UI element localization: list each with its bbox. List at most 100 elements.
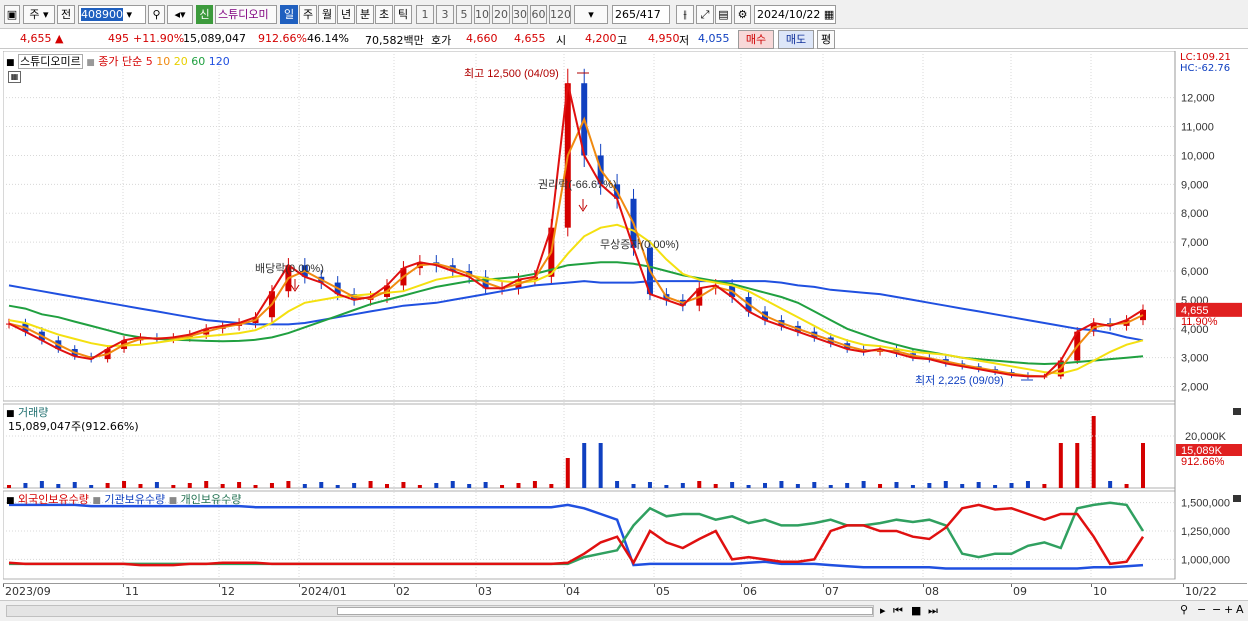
date-value: 2024/10/22 [757, 8, 821, 21]
price-panel-frame [3, 51, 1176, 402]
indiv-marker-icon: ■ [168, 496, 178, 506]
volume-bar [1091, 416, 1096, 488]
table-icon[interactable]: ▦ [8, 71, 21, 83]
volume-close-icon [1233, 408, 1241, 415]
volume-bar [730, 482, 735, 488]
interval-button-1[interactable]: 3 [436, 5, 454, 24]
volume-bar [434, 483, 439, 488]
volume-bar [352, 483, 357, 488]
scroll-track[interactable] [6, 605, 874, 617]
ma-label: 종가 단순 [98, 55, 143, 68]
zoom-out-icon[interactable]: − [1197, 603, 1206, 616]
market-select[interactable]: 주 ▾ [23, 5, 55, 24]
volume-bar [483, 482, 488, 488]
bonus-annotation: 무상증자(0.00%) [600, 238, 679, 251]
indiv-holdings-label: 개인보유수량 [180, 493, 242, 506]
turnover-rate: 46.14% [307, 32, 349, 45]
x-tick-7 [654, 584, 655, 587]
volume-bar [993, 485, 998, 488]
holder-marker-icon: ■ [6, 496, 15, 506]
x-label-2: 12 [221, 585, 235, 598]
search-icon[interactable]: ⚲ [148, 5, 165, 24]
volume-bar [927, 483, 932, 488]
scroll-right-icon[interactable]: ▸ [880, 604, 886, 617]
period-tab-4[interactable]: 분 [356, 5, 374, 24]
x-tick-5 [476, 584, 477, 587]
period-tab-3[interactable]: 년 [337, 5, 355, 24]
scroll-thumb[interactable] [337, 607, 873, 615]
x-label-13: 10/22 [1185, 585, 1217, 598]
speaker-icon[interactable]: ◂▾ [167, 5, 193, 24]
change-percent: +11.90% [133, 32, 185, 45]
save-icon[interactable]: ▤ [715, 5, 732, 24]
x-label-3: 2024/01 [301, 585, 347, 598]
volume-bar [779, 481, 784, 488]
volume-bar [23, 483, 28, 488]
volume-bar [680, 483, 685, 488]
volume-bar [72, 482, 77, 488]
volume-bar [450, 481, 455, 488]
date-input[interactable]: 2024/10/22 ▦ [754, 5, 836, 24]
volume-bar [615, 481, 620, 488]
x-label-4: 02 [396, 585, 410, 598]
prev-button[interactable]: 전 [57, 5, 75, 24]
x-tick-11 [1011, 584, 1012, 587]
drawing-icon[interactable]: ⤢ [696, 5, 714, 24]
interval-button-0[interactable]: 1 [416, 5, 434, 24]
stop-icon[interactable]: ■ [911, 604, 921, 617]
rewind-icon[interactable]: ⏮ [893, 604, 903, 618]
interval-button-7[interactable]: 120 [549, 5, 571, 24]
interval-button-4[interactable]: 20 [492, 5, 510, 24]
window-icon[interactable]: ▣ [4, 5, 20, 24]
price-panel-name: 스튜디오미르 [18, 54, 83, 69]
play-icon[interactable]: ⏭ [928, 604, 938, 618]
zoom-in-icon[interactable]: + [1224, 603, 1233, 616]
ask-price-2: 4,655 [514, 32, 546, 45]
up-arrow-icon: ▲ [55, 32, 64, 45]
low-annotation: 최저 2,225 (09/09) [915, 374, 1004, 387]
volume-bar [467, 484, 472, 488]
volume-bar [565, 458, 570, 488]
interval-button-3[interactable]: 10 [474, 5, 490, 24]
volume-bar [516, 483, 521, 488]
average-button[interactable]: 평 [817, 30, 835, 49]
zoom-icon[interactable]: ⚲ [1180, 603, 1188, 616]
x-label-10: 08 [925, 585, 939, 598]
period-dropdown[interactable]: ▾ [574, 5, 608, 24]
volume-bar [861, 481, 866, 488]
buy-button[interactable]: 매수 [738, 30, 774, 49]
volume-bar [1009, 483, 1014, 488]
code-value: 408900 [81, 8, 123, 21]
volume-bar [532, 481, 537, 488]
period-tab-6[interactable]: 틱 [394, 5, 412, 24]
interval-button-2[interactable]: 5 [456, 5, 472, 24]
interval-button-6[interactable]: 60 [530, 5, 547, 24]
high-label: 고 [617, 34, 628, 47]
gear-icon[interactable]: ⚙ [734, 5, 751, 24]
new-badge: 신 [196, 5, 213, 24]
period-tab-0[interactable]: 일 [280, 5, 298, 24]
volume-bar [138, 484, 143, 488]
volume-bar [335, 485, 340, 488]
x-tick-6 [564, 584, 565, 587]
sell-button[interactable]: 매도 [778, 30, 814, 49]
volume-bar [187, 483, 192, 488]
count-input[interactable]: 265/417 [612, 5, 670, 24]
period-tab-5[interactable]: 초 [375, 5, 393, 24]
interval-button-5[interactable]: 30 [512, 5, 528, 24]
x-tick-2 [219, 584, 220, 587]
code-input[interactable]: 408900 ▾ [78, 5, 146, 24]
inst-marker-icon: ■ [92, 496, 101, 506]
x-tick-12 [1091, 584, 1092, 587]
x-label-11: 09 [1013, 585, 1027, 598]
period-tab-1[interactable]: 주 [299, 5, 317, 24]
minimize-icon[interactable]: − [1212, 603, 1221, 616]
ask-label: 호가 [431, 34, 452, 47]
font-size-icon[interactable]: A [1236, 603, 1244, 616]
lc-label: LC:109.21 [1180, 52, 1231, 63]
volume-bar [401, 482, 406, 488]
candle-icon[interactable]: ⫲ [676, 5, 694, 24]
volume-bar [894, 482, 899, 488]
period-tab-2[interactable]: 월 [318, 5, 336, 24]
volume-value: 15,089,047 [183, 32, 246, 45]
